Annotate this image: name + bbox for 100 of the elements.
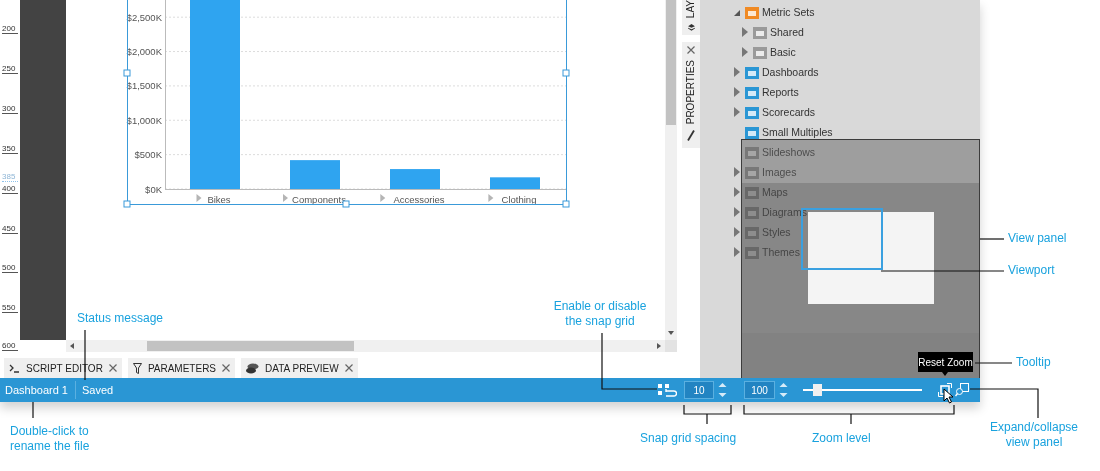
zoom-slider[interactable] <box>803 384 922 396</box>
coins-icon <box>246 362 260 374</box>
scrollbar-corner <box>665 340 677 352</box>
callout-label: Status message <box>77 311 164 326</box>
axis-label: Accessories <box>393 193 445 205</box>
snap-grid-icon[interactable] <box>657 383 677 397</box>
folder-icon <box>745 245 759 259</box>
callout-label: Expand/collapse view panel <box>988 420 1080 450</box>
expand-icon[interactable] <box>733 87 741 97</box>
bracket-line <box>683 404 732 425</box>
callout-label: View panel <box>1008 231 1067 246</box>
tree-item[interactable]: Small Multiples <box>762 126 833 138</box>
bar <box>390 169 440 189</box>
leader-line <box>979 238 1005 240</box>
axis-label: $500K <box>134 149 162 161</box>
scroll-right-icon[interactable] <box>657 343 661 349</box>
leader-line <box>601 332 658 390</box>
ruler-label: 550 <box>2 303 18 313</box>
callout-label: Double-click to rename the file <box>10 424 91 454</box>
cursor-icon <box>943 388 955 404</box>
ruler-label: 350 <box>2 144 18 154</box>
callout-label: Snap grid spacing <box>640 431 737 446</box>
leader-line <box>84 329 86 381</box>
tree-item[interactable]: Scorecards <box>762 106 816 118</box>
filter-icon <box>132 362 142 374</box>
leader-line <box>969 388 1039 419</box>
expand-icon[interactable] <box>741 27 749 37</box>
bar <box>490 177 540 189</box>
reset-zoom-icon[interactable] <box>938 383 952 397</box>
ruler-label: 200 <box>2 24 18 34</box>
expand-icon[interactable] <box>283 194 288 202</box>
tree-item[interactable]: Dashboards <box>762 66 819 78</box>
folder-icon <box>745 65 759 79</box>
folder-icon <box>745 85 759 99</box>
tooltip: Reset Zoom <box>918 352 973 372</box>
leader-line <box>974 362 1013 364</box>
resize-handle[interactable] <box>562 69 570 77</box>
leader-line <box>32 401 34 419</box>
axis-label: Components <box>292 193 346 205</box>
expand-icon[interactable] <box>380 194 386 202</box>
axis-label: $1,000K <box>126 114 162 126</box>
panel-tab[interactable]: PARAMETERS <box>127 358 236 378</box>
ruler-label: 600 <box>2 341 18 351</box>
close-icon[interactable] <box>687 46 695 54</box>
expand-icon[interactable] <box>741 47 749 57</box>
tooltip-pointer <box>942 372 948 376</box>
layers-icon <box>686 24 696 31</box>
tree-item[interactable]: Reports <box>762 86 799 98</box>
axis-label: $1,500K <box>126 80 162 92</box>
callout-label: Enable or disable the snap grid <box>552 299 648 329</box>
terminal-icon <box>9 363 20 373</box>
folder-icon <box>745 185 759 199</box>
folder-icon <box>745 225 759 239</box>
close-icon[interactable] <box>108 364 117 372</box>
scroll-down-icon[interactable] <box>668 331 674 335</box>
callout-label: Tooltip <box>1016 355 1051 370</box>
slider-thumb[interactable] <box>812 384 822 396</box>
folder-icon <box>745 165 759 179</box>
ruler-label: 450 <box>2 224 18 234</box>
side-tab[interactable]: PROPERTIES <box>682 42 700 148</box>
callout-label: Viewport <box>1008 263 1055 278</box>
folder-icon <box>753 45 767 59</box>
tree-item[interactable]: Shared <box>770 26 804 38</box>
resize-handle[interactable] <box>123 69 131 77</box>
panel-tab[interactable]: DATA PREVIEW <box>241 358 358 378</box>
horizontal-scrollbar[interactable] <box>66 340 665 352</box>
expand-icon[interactable] <box>196 194 202 202</box>
expand-icon[interactable] <box>733 67 741 77</box>
spinner-icon[interactable] <box>779 382 788 398</box>
ruler-label: 250 <box>2 64 18 74</box>
resize-handle[interactable] <box>562 200 570 208</box>
scroll-left-icon[interactable] <box>70 343 74 349</box>
ruler-label: 400 <box>2 184 18 194</box>
pencil-icon <box>687 130 695 142</box>
ruler-label: 300 <box>2 104 18 114</box>
zoom-field[interactable]: 100 <box>744 381 775 399</box>
folder-icon <box>745 125 759 139</box>
ruler-label: 500 <box>2 263 18 273</box>
spacing-field[interactable]: 10 <box>684 381 714 399</box>
axis-label: $2,000K <box>126 46 162 58</box>
tree-item[interactable]: Basic <box>770 46 796 58</box>
folder-icon <box>745 205 759 219</box>
close-icon[interactable] <box>222 364 231 372</box>
status-message: Saved <box>81 384 114 396</box>
axis-label: Clothing <box>501 193 537 205</box>
vertical-scrollbar[interactable] <box>665 0 677 340</box>
side-tab[interactable]: LAY <box>682 0 700 35</box>
callout-label: Zoom level <box>812 431 871 446</box>
folder-icon <box>745 105 759 119</box>
spinner-icon[interactable] <box>718 382 727 398</box>
expand-icon[interactable] <box>488 194 494 202</box>
resize-handle[interactable] <box>123 200 131 208</box>
bar <box>290 160 340 189</box>
axis-label: $0K <box>145 183 162 195</box>
tree-item[interactable]: Metric Sets <box>762 6 815 18</box>
folder-icon <box>745 5 759 19</box>
folder-icon <box>745 145 759 159</box>
close-icon[interactable] <box>344 364 353 372</box>
expand-icon[interactable] <box>733 107 741 117</box>
ruler-label: 385 <box>2 172 18 182</box>
